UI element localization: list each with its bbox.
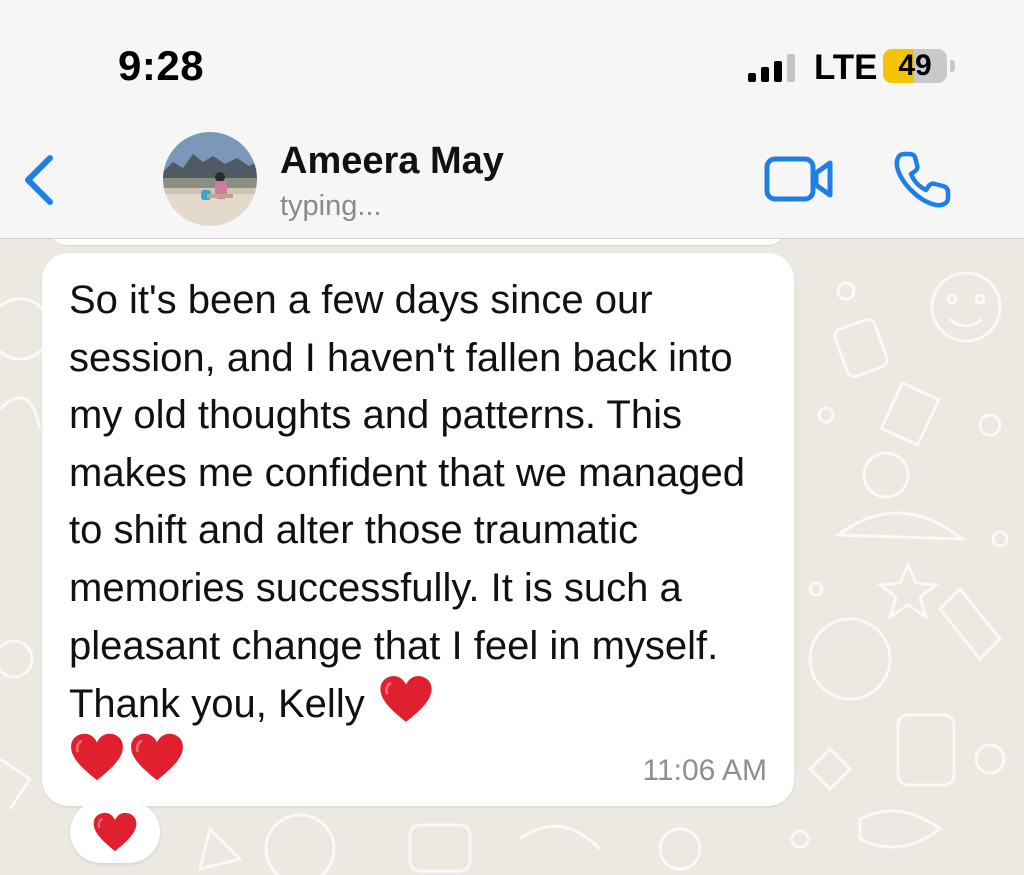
- message-text: So it's been a few days since our sessio…: [69, 278, 745, 727]
- chevron-left-icon: [25, 155, 53, 205]
- heart-emoji-icon: [379, 675, 433, 723]
- battery-icon: 49: [883, 49, 957, 85]
- contact-status: typing...: [280, 190, 382, 222]
- battery-level: 49: [898, 49, 932, 82]
- message-bubble[interactable]: So it's been a few days since our sessio…: [42, 253, 794, 806]
- heart-emoji-icon: [70, 732, 124, 782]
- heart-emoji-row: [70, 732, 184, 786]
- chat-area[interactable]: So it's been a few days since our sessio…: [0, 239, 1024, 875]
- message-reaction[interactable]: [70, 801, 160, 863]
- contact-name[interactable]: Ameera May: [280, 140, 504, 183]
- network-type: LTE: [814, 48, 878, 87]
- back-button[interactable]: [14, 148, 64, 212]
- heart-reaction-icon: [92, 812, 138, 852]
- video-camera-icon: [764, 156, 833, 202]
- chat-header: 9:28 LTE 49 Ameera May typing...: [0, 0, 1024, 239]
- message-body: So it's been a few days since our sessio…: [69, 272, 769, 734]
- avatar[interactable]: [163, 132, 257, 226]
- previous-message-bubble: [48, 239, 786, 245]
- video-call-button[interactable]: [758, 150, 838, 210]
- status-bar-time: 9:28: [118, 42, 205, 89]
- phone-icon: [894, 151, 951, 208]
- cellular-signal-icon: [748, 54, 795, 82]
- voice-call-button[interactable]: [890, 146, 956, 212]
- message-timestamp: 11:06 AM: [642, 754, 767, 787]
- heart-emoji-icon: [130, 732, 184, 782]
